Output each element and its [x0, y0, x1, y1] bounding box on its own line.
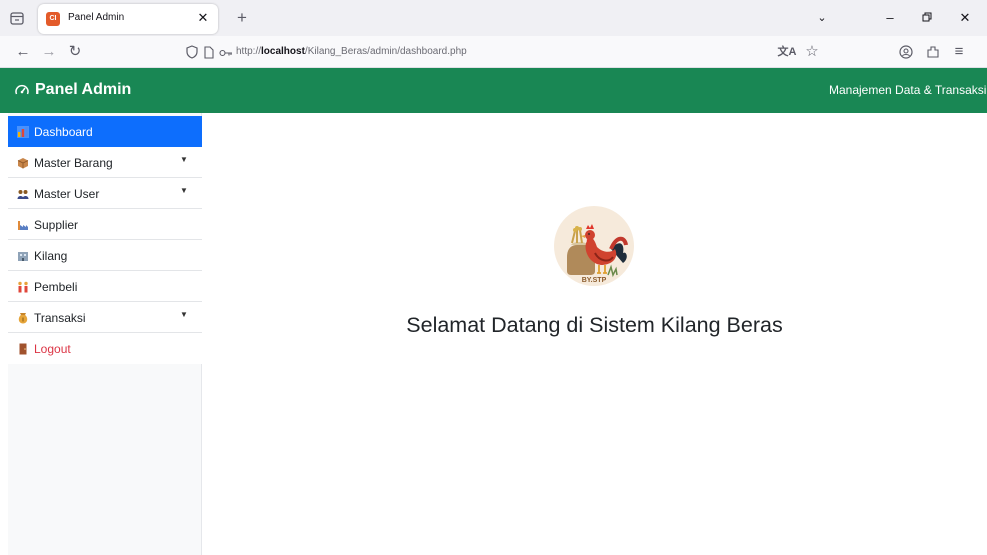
shield-icon[interactable]: [183, 41, 201, 63]
forward-arrow-icon[interactable]: →: [38, 41, 60, 63]
tab-overview-icon[interactable]: [8, 9, 26, 27]
reload-icon[interactable]: ↻: [64, 41, 86, 63]
package-icon: [17, 158, 29, 169]
favicon-icon: CI: [46, 12, 60, 26]
brand-title: Panel Admin: [35, 81, 132, 98]
menu-icon[interactable]: ≡: [948, 41, 970, 63]
sidebar-item-label: Master Barang: [34, 156, 113, 170]
sidebar-item-kilang[interactable]: Kilang: [8, 240, 202, 271]
sidebar-item-pembeli[interactable]: Pembeli: [8, 271, 202, 302]
tab-title: Panel Admin: [68, 12, 125, 23]
chevron-down-icon[interactable]: ⌄: [812, 8, 832, 28]
extensions-icon[interactable]: [922, 41, 944, 63]
browser-nav-bar: ← → ↻ http://localhost/Kilang_Beras/admi…: [0, 36, 987, 68]
rooster-rice-logo: BY.STP: [553, 205, 635, 287]
money-bag-icon: [18, 313, 28, 324]
account-icon[interactable]: [895, 41, 917, 63]
brand[interactable]: Panel Admin: [14, 81, 131, 99]
sidebar-item-logout[interactable]: Logout: [8, 333, 202, 364]
url-text[interactable]: http://localhost/Kilang_Beras/admin/dash…: [236, 46, 467, 57]
building-icon: [18, 252, 28, 261]
sidebar-item-supplier[interactable]: Supplier: [8, 209, 202, 240]
minimize-icon[interactable]: –: [880, 8, 900, 28]
plus-icon[interactable]: +: [232, 8, 252, 28]
door-icon: [19, 343, 27, 355]
caret-down-icon[interactable]: ▼: [180, 310, 188, 319]
sidebar-item-label: Master User: [34, 187, 100, 201]
address-bar[interactable]: http://localhost/Kilang_Beras/admin/dash…: [183, 41, 643, 63]
factory-icon: [18, 221, 28, 230]
sidebar-item-master-user[interactable]: Master User ▼: [8, 178, 202, 209]
key-icon[interactable]: [217, 41, 235, 63]
caret-down-icon[interactable]: ▼: [180, 186, 188, 195]
restore-icon[interactable]: [917, 8, 937, 28]
sidebar-item-label: Dashboard: [34, 125, 93, 139]
browser-tab-strip: CI Panel Admin ✕ + ⌄ – ✕: [0, 0, 987, 36]
people-icon: [18, 281, 28, 293]
app-header: Panel Admin Manajemen Data & Transaksi: [0, 68, 987, 113]
speedometer-icon: [15, 84, 29, 95]
sidebar-item-dashboard[interactable]: Dashboard: [8, 116, 202, 147]
sidebar-item-label: Kilang: [34, 249, 68, 263]
close-icon[interactable]: ✕: [194, 9, 212, 27]
header-subtitle: Manajemen Data & Transaksi: [829, 83, 987, 97]
sidebar-item-label: Supplier: [34, 218, 79, 232]
star-icon[interactable]: ☆: [801, 41, 823, 63]
users-icon: [17, 190, 29, 199]
logo-text: BY.STP: [582, 277, 607, 284]
sidebar: Dashboard Master Barang ▼ Master User ▼ …: [8, 113, 202, 555]
sidebar-item-transaksi[interactable]: Transaksi ▼: [8, 302, 202, 333]
close-window-icon[interactable]: ✕: [955, 8, 975, 28]
back-arrow-icon[interactable]: ←: [12, 41, 34, 63]
sidebar-item-label: Logout: [34, 342, 71, 356]
sidebar-item-master-barang[interactable]: Master Barang ▼: [8, 147, 202, 178]
sidebar-item-label: Pembeli: [34, 280, 78, 294]
caret-down-icon[interactable]: ▼: [180, 155, 188, 164]
sidebar-item-label: Transaksi: [34, 311, 86, 325]
page-icon[interactable]: [200, 41, 218, 63]
bar-chart-icon: [17, 126, 29, 138]
welcome-heading: Selamat Datang di Sistem Kilang Beras: [406, 313, 783, 337]
browser-tab[interactable]: CI Panel Admin ✕: [38, 4, 218, 34]
translate-icon[interactable]: 文A: [776, 41, 798, 63]
